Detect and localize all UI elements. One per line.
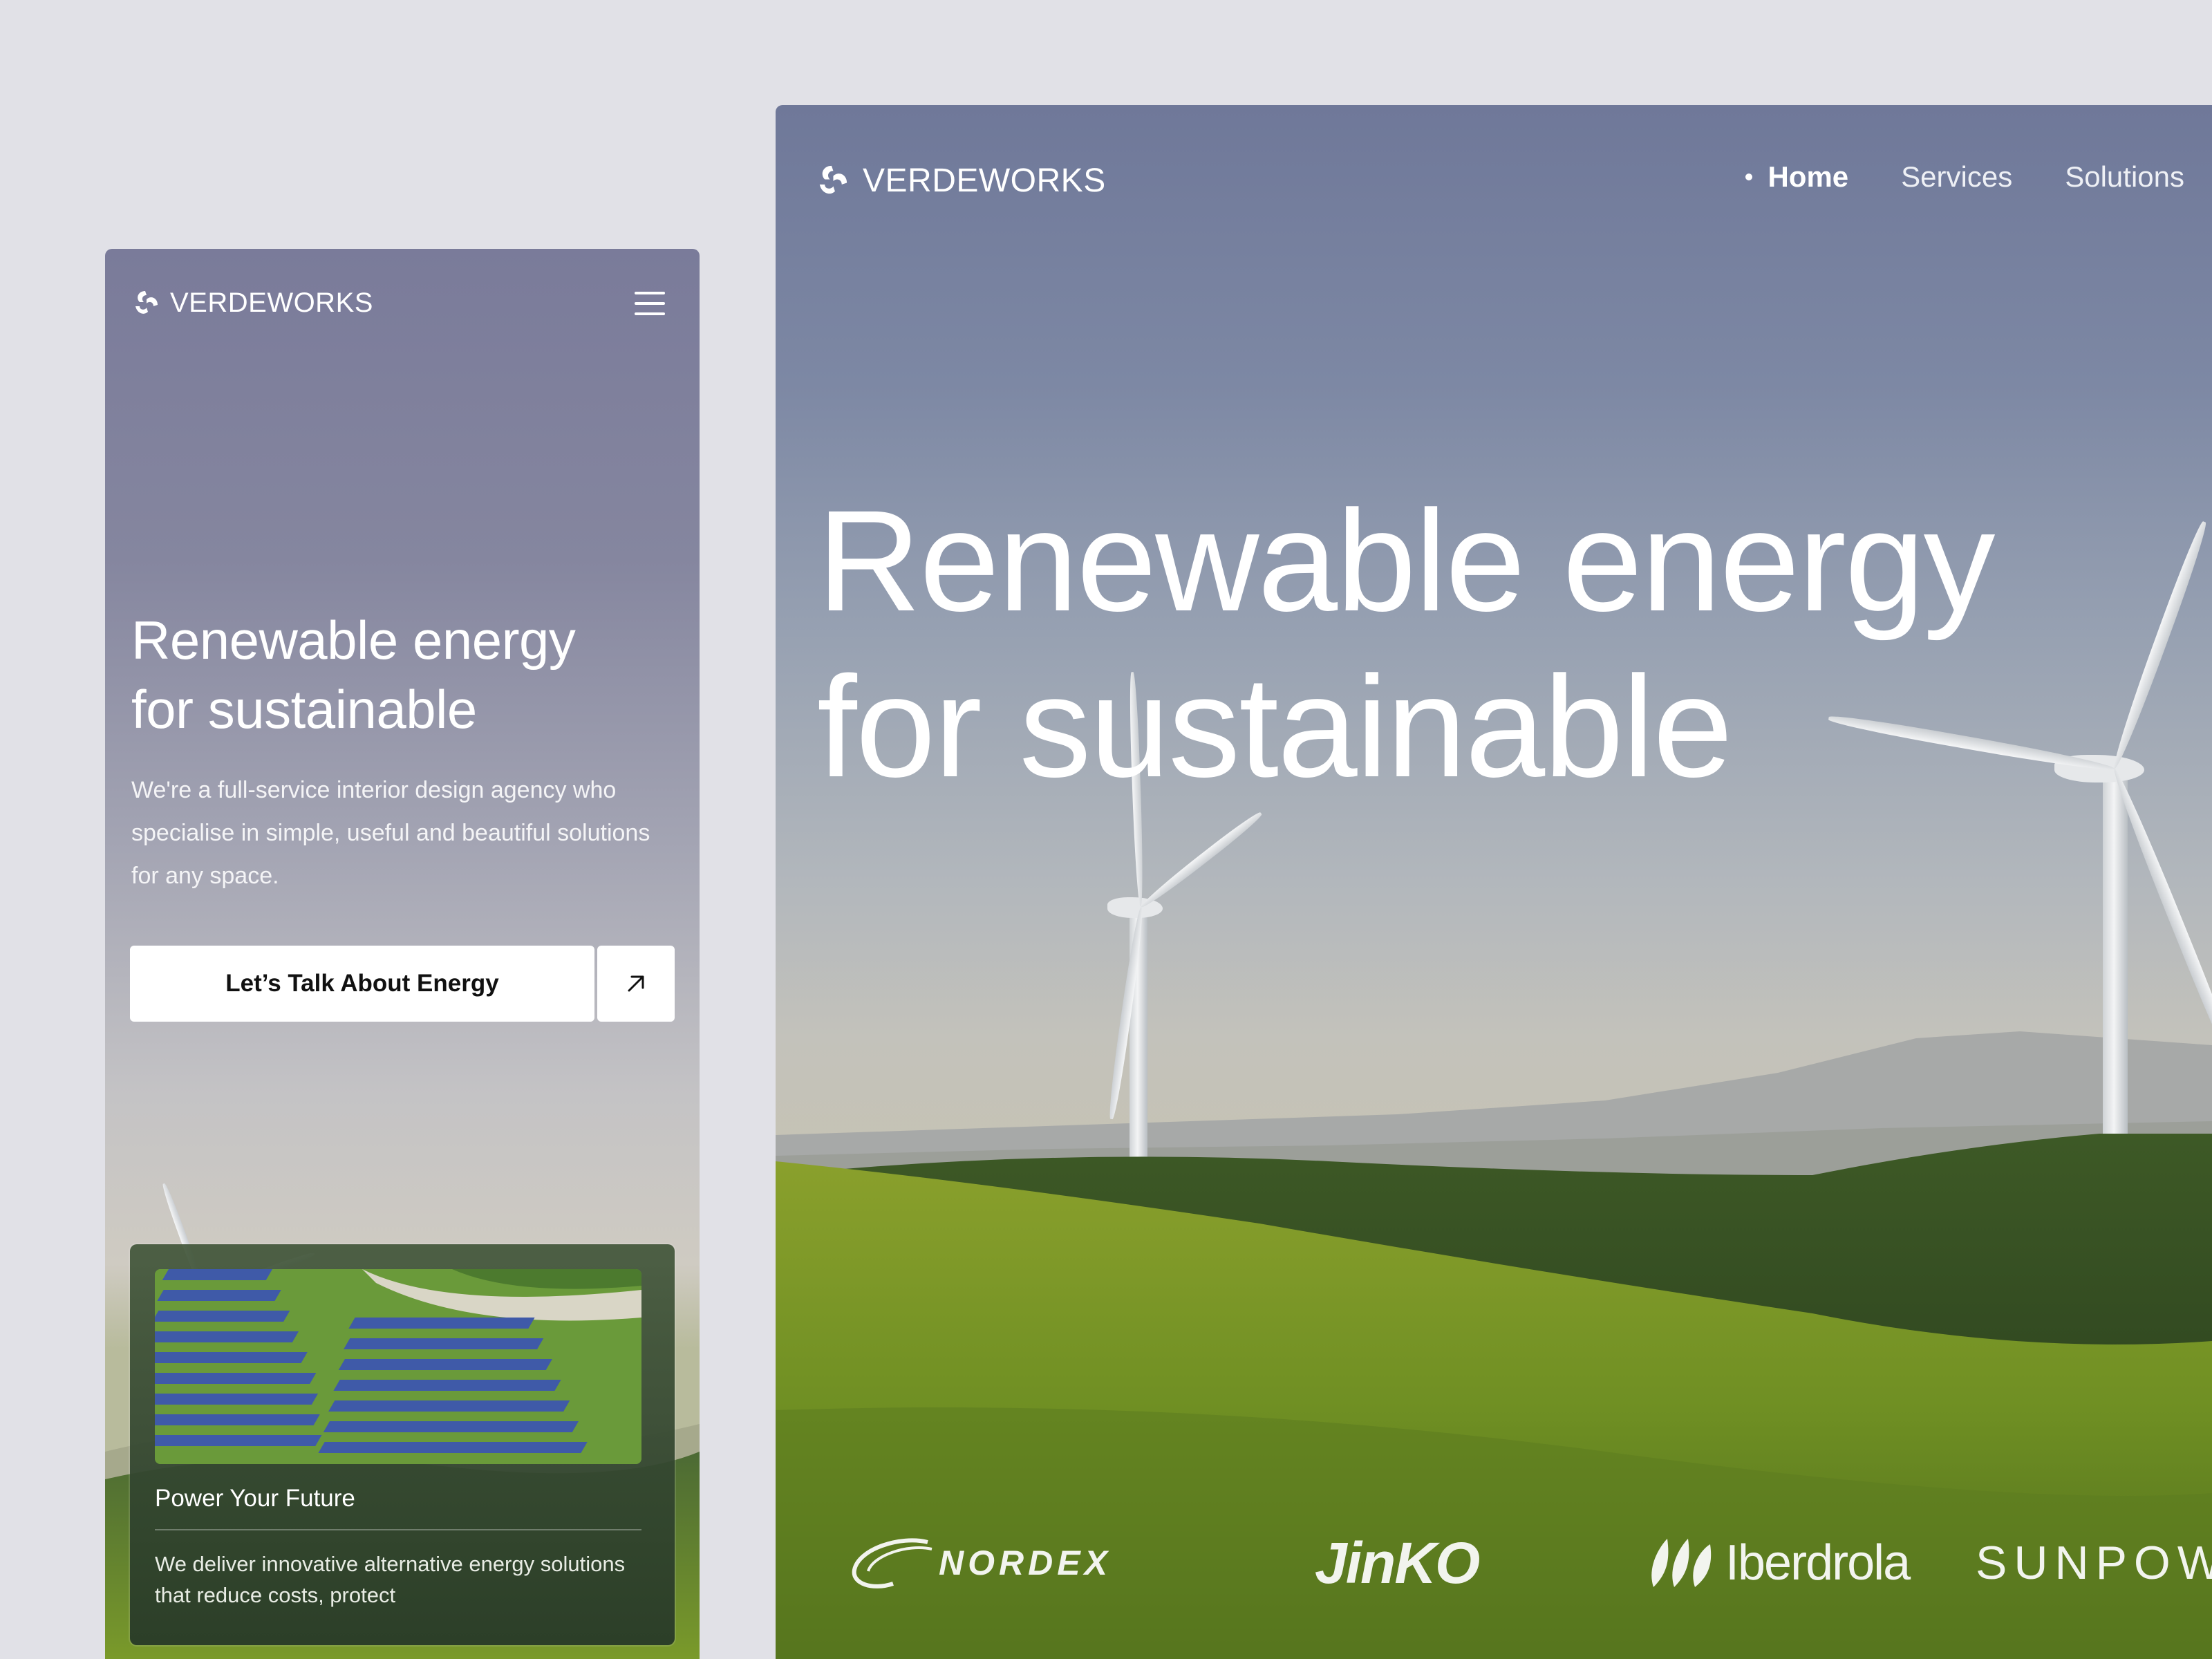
brand-logo[interactable]: VERDEWORKS bbox=[813, 162, 1106, 200]
hero-description: We're a full-service interior design age… bbox=[131, 777, 650, 889]
nav-item-solutions[interactable]: Solutions bbox=[2065, 160, 2184, 194]
partner-logo-sunpower: SUNPOWER bbox=[1976, 1537, 2212, 1589]
brand-name: VERDEWORKS bbox=[170, 288, 373, 318]
desktop-screen: VERDEWORKS Home Services Solutions Renew… bbox=[776, 105, 2212, 1659]
hamburger-menu-icon[interactable] bbox=[635, 292, 665, 315]
card-title: Power Your Future bbox=[155, 1485, 355, 1512]
arrow-up-right-button[interactable] bbox=[597, 946, 675, 1022]
main-nav: Home Services Solutions bbox=[1745, 160, 2184, 194]
solar-farm-image bbox=[155, 1269, 641, 1464]
nav-label: Home bbox=[1768, 160, 1849, 193]
nav-item-services[interactable]: Services bbox=[1901, 160, 2012, 194]
nordex-swoosh-icon bbox=[852, 1538, 932, 1588]
card-divider bbox=[155, 1529, 641, 1530]
nav-item-home[interactable]: Home bbox=[1745, 160, 1848, 194]
hero-title-line2: for sustainable bbox=[817, 647, 1733, 807]
partner-logo-nordex: NORDEX bbox=[845, 1511, 1112, 1615]
talk-about-energy-button[interactable]: Let’s Talk About Energy bbox=[130, 946, 594, 1022]
power-future-card[interactable]: Power Your Future We deliver innovative … bbox=[130, 1244, 675, 1645]
iberdrola-leaf-icon bbox=[1651, 1539, 1712, 1587]
hero-title-line2: for sustainable bbox=[131, 679, 477, 740]
hero-title: Renewable energy for sustainable bbox=[817, 478, 2130, 810]
mobile-screen: VERDEWORKS Renewable energy for sustaina… bbox=[105, 249, 700, 1659]
hero-title: Renewable energy for sustainable bbox=[131, 606, 677, 744]
partner-logo-iberdrola: Iberdrola bbox=[1647, 1511, 1911, 1615]
hero-title-line1: Renewable energy bbox=[817, 481, 1995, 641]
arrow-up-right-icon bbox=[628, 975, 644, 992]
active-dot-icon bbox=[1745, 174, 1753, 180]
brand-logo[interactable]: VERDEWORKS bbox=[130, 288, 373, 319]
swirl-logo-icon bbox=[135, 290, 158, 314]
swirl-logo-icon bbox=[819, 165, 847, 194]
partner-name: Iberdrola bbox=[1725, 1535, 1911, 1591]
partner-name: NORDEX bbox=[939, 1544, 1112, 1582]
card-description: We deliver innovative alternative energy… bbox=[155, 1552, 626, 1607]
brand-name: VERDEWORKS bbox=[863, 162, 1106, 199]
partner-logo-jinko: JinKO bbox=[1315, 1530, 1480, 1595]
hero-title-line1: Renewable energy bbox=[131, 610, 576, 671]
partner-logos: NORDEX JinKO Iberdrola SUNPOWER bbox=[845, 1511, 2212, 1615]
